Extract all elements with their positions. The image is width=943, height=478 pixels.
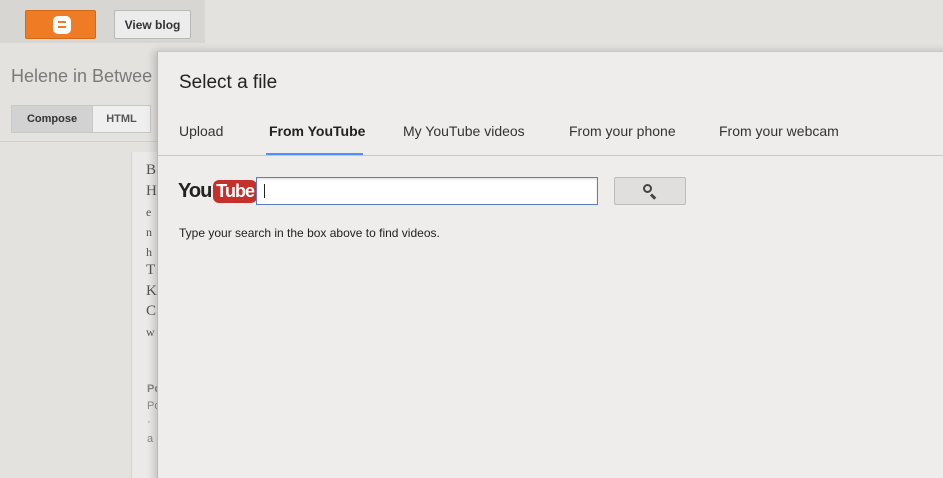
blogger-logo-icon [53,16,71,34]
dialog-title: Select a file [179,72,278,93]
post-settings-fragment: · [147,416,151,428]
editor-text-fragment: h [146,245,152,259]
post-settings-fragment: a [147,433,154,445]
blogger-logo-button[interactable] [25,10,96,39]
editor-text-fragment: w [146,325,155,339]
youtube-logo-tube: Tube [213,179,257,203]
search-button[interactable] [614,177,686,205]
youtube-search-input[interactable] [256,177,598,205]
top-toolbar: View blog [0,0,205,43]
tab-my-youtube-videos[interactable]: My YouTube videos [403,123,525,139]
divider [0,141,160,142]
editor-text-fragment: K [146,283,157,299]
view-blog-button[interactable]: View blog [114,10,191,39]
html-tab[interactable]: HTML [93,105,151,133]
editor-text-fragment: n [146,225,152,239]
text-caret [264,184,265,198]
compose-tab[interactable]: Compose [11,105,93,133]
editor-text-fragment: C [146,303,157,319]
tab-from-your-webcam[interactable]: From your webcam [719,123,839,139]
editor-mode-tabs: Compose HTML [11,105,151,133]
youtube-logo: You Tube [178,177,257,205]
youtube-logo-you: You [178,179,212,202]
tab-from-youtube[interactable]: From YouTube [269,123,365,139]
source-tabbar: Upload From YouTube My YouTube videos Fr… [158,112,943,156]
editor-text-fragment: e [146,205,152,219]
active-tab-indicator [266,153,363,155]
editor-text-fragment: T [146,262,156,278]
search-icon [643,184,657,200]
blog-title: Helene in Betwee [11,66,153,86]
search-hint: Type your search in the box above to fin… [179,226,440,240]
editor-text-fragment: B [146,162,157,178]
tab-from-your-phone[interactable]: From your phone [569,123,676,139]
tab-upload[interactable]: Upload [179,123,223,139]
select-file-dialog: Select a file Upload From YouTube My You… [157,51,943,478]
editor-text-fragment: H [146,183,157,199]
